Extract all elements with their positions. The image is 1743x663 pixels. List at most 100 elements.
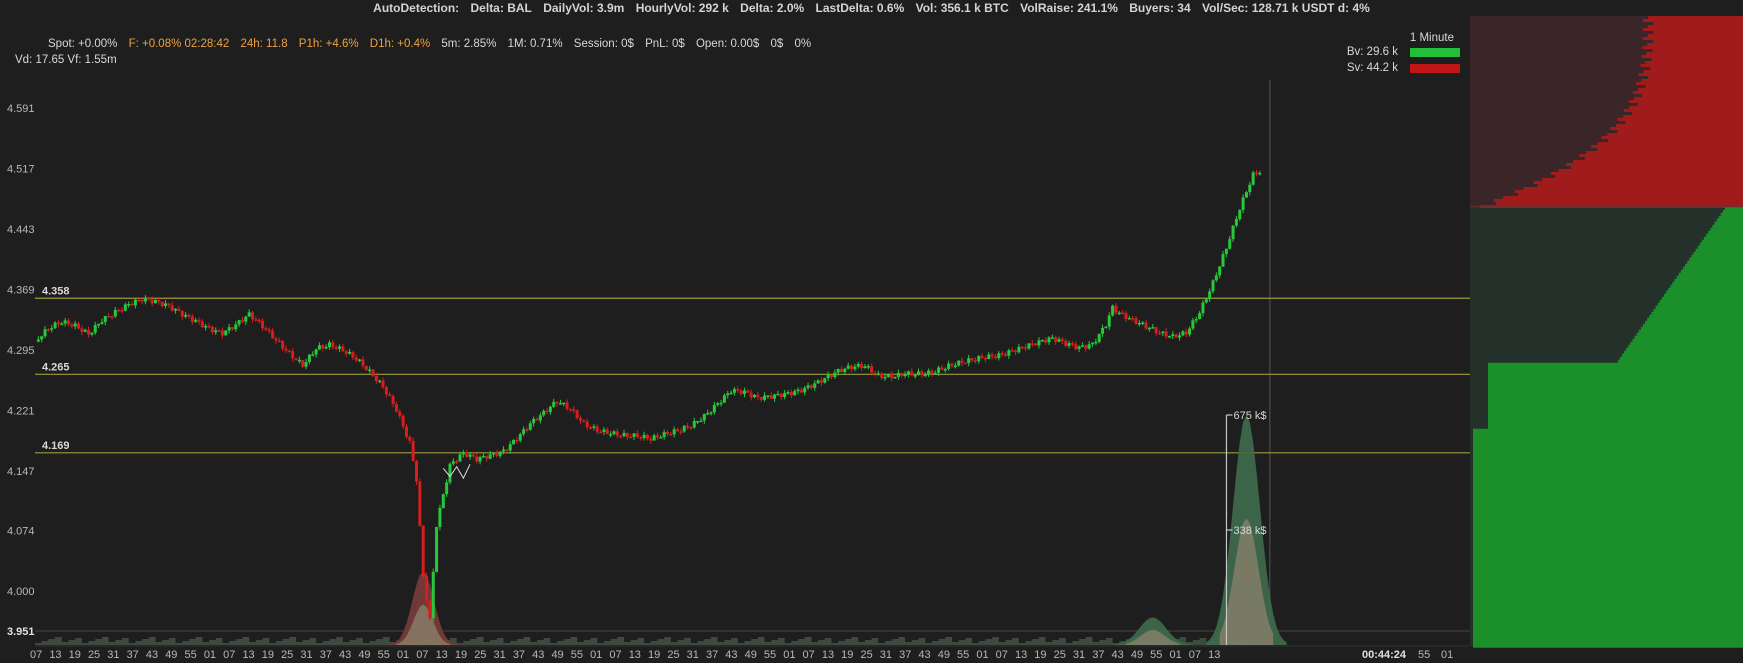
candle-body bbox=[759, 397, 763, 400]
candle-body bbox=[1258, 172, 1262, 175]
x-tick-label: 55 bbox=[957, 649, 969, 661]
candle-body bbox=[773, 394, 777, 399]
candle-body bbox=[1251, 172, 1255, 185]
candle-body bbox=[538, 415, 542, 421]
x-tick-label: 43 bbox=[339, 649, 351, 661]
candle-body bbox=[438, 507, 442, 528]
candle-body bbox=[1244, 192, 1248, 198]
buyers-count: Buyers: 34 bbox=[1129, 1, 1191, 15]
candle-body bbox=[421, 525, 425, 577]
candle-body bbox=[194, 319, 198, 322]
candle-body bbox=[1007, 350, 1011, 356]
candle-body bbox=[1064, 340, 1068, 346]
candle-body bbox=[485, 455, 489, 459]
x-tick-label: 55 bbox=[764, 649, 776, 661]
candle-body bbox=[160, 301, 164, 307]
x-tick-label: 13 bbox=[822, 649, 834, 661]
candle-body bbox=[602, 429, 606, 432]
candle-body bbox=[870, 366, 874, 373]
candle-body bbox=[1050, 337, 1054, 339]
candle-body bbox=[210, 326, 214, 333]
timeframe-label[interactable]: 1 Minute bbox=[1320, 32, 1460, 44]
candle-body bbox=[475, 456, 479, 462]
candle-body bbox=[435, 527, 439, 572]
candle-body bbox=[1198, 313, 1202, 320]
candle-body bbox=[565, 402, 569, 409]
candle-body bbox=[980, 356, 984, 358]
y-tick-label: 4.074 bbox=[7, 525, 35, 537]
candle-body bbox=[1161, 331, 1165, 334]
candle-body bbox=[264, 328, 268, 330]
candle-body bbox=[448, 463, 452, 483]
candle-body bbox=[1184, 331, 1188, 335]
open-percent-value: 0% bbox=[794, 38, 812, 50]
candle-body bbox=[187, 314, 191, 317]
candle-body bbox=[505, 449, 509, 452]
candle-body bbox=[415, 461, 419, 482]
x-tick-label: 25 bbox=[474, 649, 486, 661]
candle-body bbox=[1094, 341, 1098, 344]
x-tick-label: 13 bbox=[1208, 649, 1220, 661]
candle-body bbox=[1181, 331, 1185, 336]
y-tick-label: 4.443 bbox=[7, 224, 35, 236]
candle-body bbox=[43, 329, 47, 337]
candle-body bbox=[133, 299, 137, 306]
y-tick-label: 4.147 bbox=[7, 466, 35, 478]
candle-body bbox=[876, 373, 880, 375]
candle-body bbox=[1144, 322, 1148, 329]
candle-body bbox=[903, 374, 907, 376]
candle-body bbox=[230, 327, 234, 330]
open-value: Open: 0.00$ bbox=[695, 38, 760, 50]
candle-body bbox=[729, 392, 733, 395]
m1-value: 1M: 0.71% bbox=[507, 38, 563, 50]
level-label: 4.358 bbox=[42, 285, 70, 297]
candle-body bbox=[147, 297, 151, 300]
candle-body bbox=[1151, 327, 1155, 329]
candle-body bbox=[351, 351, 355, 358]
candle-body bbox=[1214, 275, 1218, 281]
price-chart[interactable]: 4.591 4.517 4.443 4.369 4.295 4.221 4.147 4.074… bbox=[0, 16, 1743, 663]
candle-body bbox=[686, 425, 690, 428]
candle-body bbox=[528, 423, 532, 430]
x-tick-label: 49 bbox=[1131, 649, 1143, 661]
candle-body bbox=[1127, 318, 1131, 320]
candle-body bbox=[445, 482, 449, 495]
x-tick-label: 01 bbox=[397, 649, 409, 661]
candle-body bbox=[1010, 350, 1014, 352]
candle-body bbox=[706, 412, 710, 415]
candle-body bbox=[471, 454, 475, 457]
candle-body bbox=[950, 363, 954, 366]
y-tick-label: 4.295 bbox=[7, 345, 35, 357]
legend: 1 Minute Bv: 29.6 k Sv: 44.2 k bbox=[1320, 32, 1460, 76]
candle-body bbox=[63, 320, 67, 324]
candle-body bbox=[371, 369, 375, 377]
candle-body bbox=[692, 421, 696, 428]
candle-body bbox=[1034, 343, 1038, 346]
candle-body bbox=[535, 418, 539, 421]
x-tick-label: 49 bbox=[745, 649, 757, 661]
candle-body bbox=[1111, 305, 1115, 316]
candle-body bbox=[1134, 318, 1138, 324]
candle-body bbox=[799, 389, 803, 393]
candle-body bbox=[1024, 347, 1028, 349]
candle-body bbox=[1174, 334, 1178, 338]
funding-value: F: +0.08% 02:28:42 bbox=[128, 38, 230, 50]
x-tick-label: 55 bbox=[571, 649, 583, 661]
candle-body bbox=[204, 325, 208, 328]
candle-body bbox=[1254, 172, 1258, 174]
x-tick-label: 25 bbox=[88, 649, 100, 661]
candle-body bbox=[987, 354, 991, 359]
candle-body bbox=[542, 410, 546, 416]
info-bar: Spot: +0.00% F: +0.08% 02:28:42 24h: 11.… bbox=[48, 38, 819, 50]
pnl-value: PnL: 0$ bbox=[645, 38, 685, 50]
candle-body bbox=[886, 374, 890, 377]
candle-body bbox=[1067, 343, 1071, 346]
candle-body bbox=[639, 437, 643, 439]
candle-body bbox=[967, 358, 971, 364]
candle-body bbox=[334, 347, 338, 349]
candle-body bbox=[783, 393, 787, 398]
candle-body bbox=[605, 429, 609, 435]
candle-body bbox=[207, 325, 211, 328]
x-tick-label: 13 bbox=[629, 649, 641, 661]
candle-body bbox=[130, 303, 134, 306]
